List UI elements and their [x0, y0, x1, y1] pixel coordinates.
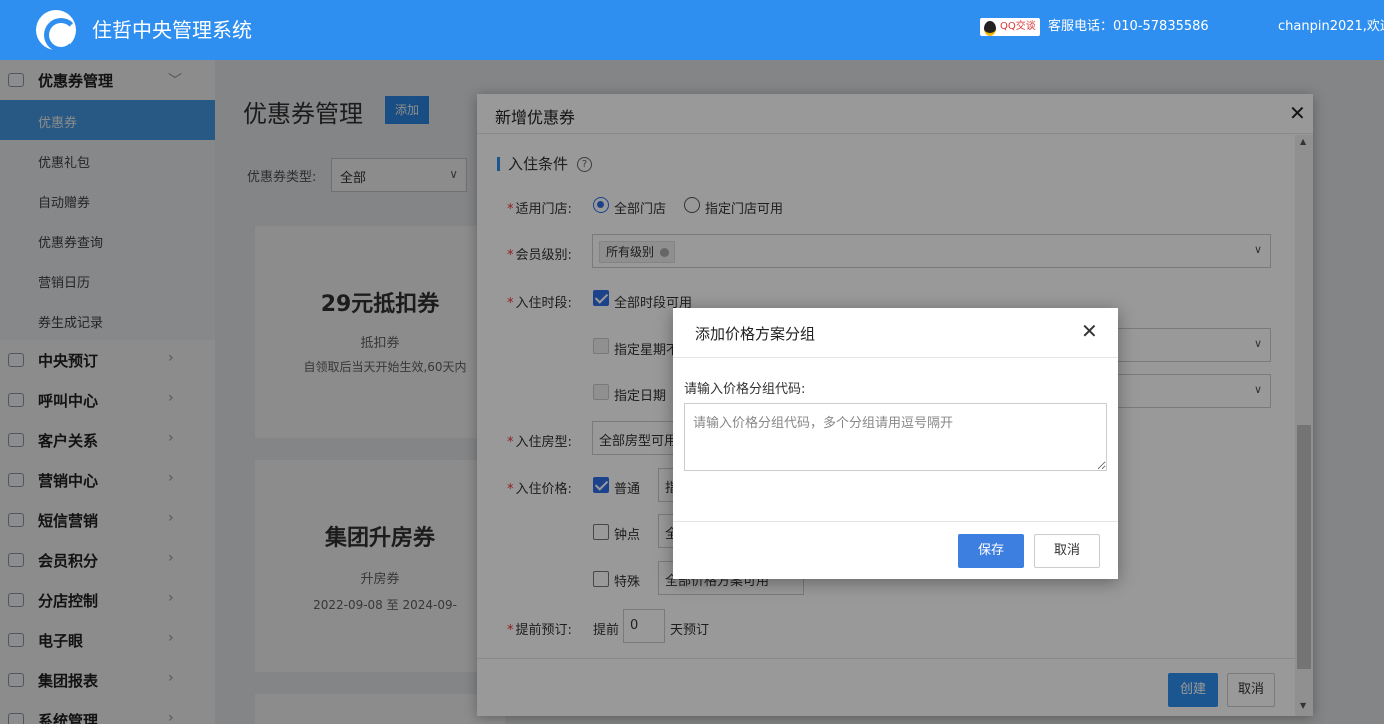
price-group-code-input[interactable]: [684, 403, 1107, 471]
dialog-header: 添加价格方案分组 ✕: [673, 308, 1118, 358]
dialog-input-label: 请输入价格分组代码:: [684, 382, 806, 397]
app-title: 住哲中央管理系统: [92, 18, 252, 42]
dialog-footer: 保存 取消: [673, 521, 1118, 579]
top-header: 住哲中央管理系统 QQ交谈 客服电话：010-57835586 chanpin2…: [0, 0, 1384, 60]
dialog-cancel-button[interactable]: 取消: [1034, 534, 1100, 568]
qq-chat-button[interactable]: QQ交谈: [980, 18, 1040, 36]
user-greeting[interactable]: chanpin2021,欢迎: [1278, 17, 1384, 37]
price-group-dialog: 添加价格方案分组 ✕ 请输入价格分组代码: 保存 取消: [673, 308, 1118, 579]
app-logo-icon: [36, 10, 78, 52]
save-button[interactable]: 保存: [958, 534, 1024, 568]
hotline-text: 客服电话：010-57835586: [1048, 19, 1209, 34]
dialog-title: 添加价格方案分组: [695, 325, 816, 343]
close-icon[interactable]: ✕: [1081, 319, 1098, 343]
